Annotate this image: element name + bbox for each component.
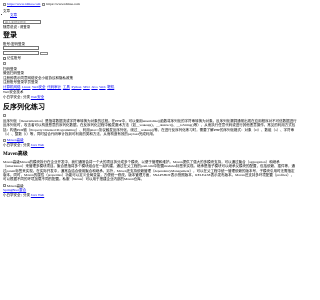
- nav-link-articles[interactable]: 文章: [10, 13, 17, 17]
- related2-meta-text: 小白学安全 | 分类: [3, 192, 30, 197]
- remember-row: 记住账号: [3, 56, 297, 60]
- section-subtitle: Web安全技术: [3, 89, 24, 94]
- article-body: 反序列化（Deserialization）是指将数据流或字符串转换为对象的过程。…: [3, 118, 297, 136]
- related-meta-category-link[interactable]: Java Web: [31, 143, 44, 147]
- broken-image-icon: [3, 2, 6, 6]
- password-row: [3, 51, 297, 56]
- broken-image-icon: [3, 62, 6, 66]
- related-thumbnail-alt[interactable]: Maven高级: [7, 138, 24, 142]
- category-link-linux[interactable]: Linux: [22, 85, 30, 89]
- category-link-tools[interactable]: 工具: [63, 85, 70, 89]
- login-prompt: 随意说说 / 请登录: [3, 24, 31, 29]
- related-body: Maven高级Maven的模块拆分在企业开发中，我们通常会将一个大的项目拆分成多…: [3, 159, 295, 182]
- remember-checkbox[interactable]: [3, 56, 6, 60]
- password-field[interactable]: [3, 51, 39, 56]
- broken-image-icon: [42, 2, 46, 6]
- site-header: https://www.tdmaa.com https://www.tdmaa.…: [3, 0, 297, 29]
- related-meta-text: 小白学安全 | 分类: [3, 143, 30, 148]
- related-meta: 小白学安全 | 分类 Java Web: [3, 143, 297, 147]
- article-title: 反序列化练习: [3, 102, 45, 111]
- related2-thumbnail[interactable]: Maven高级: [3, 184, 297, 188]
- logo-alt-text: https://www.tdmaa.com: [7, 2, 41, 6]
- main-nav: 文章: [3, 13, 297, 17]
- captcha-image[interactable]: [40, 51, 48, 55]
- article-thumbnail[interactable]: [3, 113, 297, 118]
- category-link-target[interactable]: 靶机: [107, 85, 114, 89]
- related2-meta: 小白学安全 | 分类 Java Web: [3, 193, 297, 197]
- search-input[interactable]: [3, 19, 41, 24]
- article-section: 反序列化练习 反序列化（Deserialization）是指将数据流或字符串转换…: [3, 103, 297, 198]
- category-link-network[interactable]: 计算机网络: [3, 85, 21, 89]
- username-field[interactable]: [3, 46, 39, 51]
- broken-image-icon: [3, 114, 6, 118]
- page: https://www.tdmaa.com https://www.tdmaa.…: [0, 0, 300, 300]
- related-post-2: Maven高级 SpringBoot整合 小白学安全 | 分类 Java Web: [3, 184, 297, 198]
- category-link-seo[interactable]: SEO: [83, 85, 90, 89]
- category-link-python[interactable]: Python: [72, 85, 82, 89]
- logo-alt-text-secondary: https://www.tdmaa.com: [46, 2, 80, 6]
- related-thumbnail[interactable]: Maven高级: [3, 138, 297, 142]
- logo-row: https://www.tdmaa.com https://www.tdmaa.…: [3, 2, 297, 9]
- category-link-audit[interactable]: 代码审计: [47, 85, 61, 89]
- post-meta-category-link[interactable]: Web安全: [31, 95, 44, 99]
- related2-link[interactable]: SpringBoot整合: [3, 188, 26, 192]
- login-section: 登录 账号/密码登录 记住账号 扫码登录 微信扫码登录 注册即表示同意网络安全小…: [3, 31, 297, 100]
- broken-image-icon: [3, 184, 6, 188]
- remember-label: 记住账号: [7, 56, 21, 61]
- account-login-label: 账号/密码登录: [3, 41, 25, 46]
- category-link-web[interactable]: Web: [99, 85, 105, 89]
- related-title[interactable]: Maven高级: [3, 152, 297, 158]
- category-link-java[interactable]: Java: [91, 85, 97, 89]
- post-meta: 小白学安全 | 分类 Web安全: [3, 95, 297, 99]
- site-logo-link[interactable]: https://www.tdmaa.com: [3, 2, 40, 6]
- login-title: 登录: [3, 31, 17, 40]
- logo-image-secondary: https://www.tdmaa.com: [42, 2, 80, 6]
- category-link-websec[interactable]: Web安全: [32, 85, 45, 89]
- broken-image-icon: [3, 138, 6, 142]
- post-meta-text: 小白学安全 | 分类: [3, 95, 30, 100]
- nav-item-articles[interactable]: 文章: [10, 13, 297, 17]
- related2-meta-category-link[interactable]: Java Web: [31, 193, 44, 197]
- related-post: Maven高级 小白学安全 | 分类 Java Web: [3, 138, 297, 147]
- login-submit-button[interactable]: [3, 62, 297, 66]
- category-links: 计算机网络 Linux Web安全 代码审计 工具 Python SEO Jav…: [3, 85, 297, 89]
